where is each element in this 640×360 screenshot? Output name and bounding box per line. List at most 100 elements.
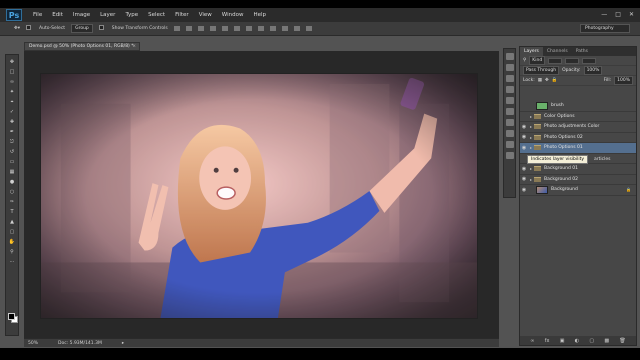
eraser-tool-icon[interactable]: ▭ — [7, 158, 17, 165]
close-icon[interactable]: ✕ — [629, 11, 634, 18]
lasso-tool-icon[interactable]: ∞ — [7, 78, 17, 85]
lock-position-icon[interactable]: ✥ — [545, 78, 549, 83]
layer-group-row[interactable]: ◉ ▸ Photo adjustments Color — [520, 122, 636, 133]
menu-filter[interactable]: Filter — [170, 12, 194, 18]
info-panel-icon[interactable] — [505, 86, 514, 93]
history-brush-tool-icon[interactable]: ↺ — [7, 148, 17, 155]
document-tab[interactable]: Demo.psd @ 50% (Photo Options 01, RGB/8)… — [24, 42, 140, 51]
layer-kind-filter[interactable]: Kind — [529, 56, 546, 65]
clone-source-panel-icon[interactable] — [505, 108, 514, 115]
brush-tool-icon[interactable]: ✒ — [7, 128, 17, 135]
auto-select-checkbox[interactable] — [26, 25, 33, 32]
eyedropper-tool-icon[interactable]: ✓ — [7, 108, 17, 115]
menu-file[interactable]: File — [28, 12, 47, 18]
menu-image[interactable]: Image — [68, 12, 95, 18]
align-top-icon[interactable] — [173, 26, 180, 31]
new-layer-icon[interactable]: ▩ — [604, 338, 609, 344]
visibility-eye-icon[interactable]: ◉ — [520, 176, 528, 182]
filter-type-icon[interactable] — [582, 57, 597, 64]
shape-tool-icon[interactable]: ▢ — [7, 228, 17, 235]
hand-tool-icon[interactable]: ✋ — [7, 238, 17, 245]
path-select-tool-icon[interactable]: ▲ — [7, 218, 17, 225]
move-tool-icon[interactable]: ✥▾ — [14, 26, 20, 31]
layer-row[interactable]: brush — [520, 101, 636, 112]
filter-pixel-icon[interactable] — [548, 57, 563, 64]
visibility-eye-icon[interactable]: ◉ — [520, 124, 528, 130]
notes-panel-icon[interactable] — [505, 152, 514, 159]
align-center-icon[interactable] — [221, 26, 228, 31]
document-size[interactable]: Doc: 5.93M/141.3M — [58, 341, 102, 346]
layer-row-background[interactable]: ◉ Background 🔒 — [520, 185, 636, 196]
distribute-left-icon[interactable] — [281, 26, 288, 31]
maximize-icon[interactable]: □ — [615, 11, 621, 18]
marquee-tool-icon[interactable]: □ — [7, 68, 17, 75]
distribute-center-icon[interactable] — [293, 26, 300, 31]
tab-channels[interactable]: Channels — [543, 47, 572, 56]
layer-style-icon[interactable]: fx — [545, 338, 550, 344]
fill-input[interactable]: 100% — [614, 76, 633, 85]
zoom-level[interactable]: 50% — [28, 341, 38, 346]
transform-controls-checkbox[interactable] — [98, 25, 106, 32]
dodge-tool-icon[interactable]: ○ — [7, 188, 17, 195]
adjustments-panel-icon[interactable] — [505, 75, 514, 82]
align-right-icon[interactable] — [233, 26, 240, 31]
history-panel-icon[interactable] — [505, 53, 514, 60]
tab-layers[interactable]: Layers — [520, 47, 543, 56]
blur-tool-icon[interactable]: ● — [7, 178, 17, 185]
menu-window[interactable]: Window — [217, 12, 249, 18]
close-document-icon[interactable]: × — [132, 43, 136, 51]
opacity-input[interactable]: 100% — [583, 66, 603, 75]
lock-all-icon[interactable]: 🔒 — [552, 78, 558, 83]
auto-select-dropdown[interactable]: Group — [71, 24, 93, 33]
more-tools-icon[interactable]: ⋯ — [7, 258, 17, 265]
adjustment-layer-icon[interactable]: ◐ — [575, 338, 579, 344]
zoom-tool-icon[interactable]: ⚲ — [7, 248, 17, 255]
link-layers-icon[interactable]: ∞ — [530, 338, 534, 344]
character-panel-icon[interactable] — [505, 130, 514, 137]
delete-layer-icon[interactable]: 🗑 — [619, 338, 625, 344]
layer-group-row-selected[interactable]: ◉ ▸ Photo Options 01 — [520, 143, 636, 154]
menu-select[interactable]: Select — [143, 12, 170, 18]
visibility-eye-icon[interactable]: ◉ — [520, 145, 528, 151]
menu-help[interactable]: Help — [248, 12, 271, 18]
clone-stamp-tool-icon[interactable]: ⎋ — [7, 138, 17, 145]
visibility-eye-icon[interactable]: ◉ — [520, 134, 528, 140]
move-tool-icon[interactable]: ✥ — [7, 58, 17, 65]
distribute-top-icon[interactable] — [245, 26, 252, 31]
menu-type[interactable]: Type — [120, 12, 143, 18]
crop-tool-icon[interactable]: ⌖ — [7, 98, 17, 105]
visibility-eye-icon[interactable]: ◉ — [520, 166, 528, 172]
add-mask-icon[interactable]: ▣ — [560, 338, 565, 344]
align-middle-icon[interactable] — [185, 26, 192, 31]
type-tool-icon[interactable]: T — [7, 208, 17, 215]
swatches-panel-icon[interactable] — [505, 119, 514, 126]
layer-group-row[interactable]: ◉ ▸ Photo Options 02 — [520, 133, 636, 143]
paragraph-panel-icon[interactable] — [505, 141, 514, 148]
status-arrow-icon[interactable]: ▸ — [122, 341, 124, 346]
foreground-color-swatch[interactable] — [8, 313, 15, 320]
lock-pixels-icon[interactable]: ▦ — [538, 78, 542, 83]
filter-adjustment-icon[interactable] — [565, 57, 580, 64]
auto-align-icon[interactable] — [305, 26, 312, 31]
quick-select-tool-icon[interactable]: ✦ — [7, 88, 17, 95]
blend-mode-dropdown[interactable]: Pass Through — [523, 66, 560, 75]
distribute-middle-icon[interactable] — [257, 26, 264, 31]
tab-paths[interactable]: Paths — [572, 47, 592, 56]
new-group-icon[interactable]: ▢ — [589, 338, 594, 344]
minimize-icon[interactable]: — — [601, 11, 607, 18]
layer-group-row[interactable]: ▸ Color Options — [520, 112, 636, 122]
menu-view[interactable]: View — [194, 12, 217, 18]
pen-tool-icon[interactable]: ✑ — [7, 198, 17, 205]
healing-brush-tool-icon[interactable]: ✚ — [7, 118, 17, 125]
visibility-eye-icon[interactable]: ◉ — [520, 187, 528, 193]
workspace-switcher[interactable]: Photography — [580, 24, 630, 33]
menu-edit[interactable]: Edit — [47, 12, 68, 18]
menu-layer[interactable]: Layer — [95, 12, 120, 18]
brush-panel-icon[interactable] — [505, 97, 514, 104]
layer-group-row[interactable]: ◉ ▸ Background 01 — [520, 164, 636, 175]
gradient-tool-icon[interactable]: ▦ — [7, 168, 17, 175]
align-left-icon[interactable] — [209, 26, 216, 31]
align-bottom-icon[interactable] — [197, 26, 204, 31]
properties-panel-icon[interactable] — [505, 64, 514, 71]
layer-group-row[interactable]: ◉ ▸ Background 02 — [520, 175, 636, 185]
